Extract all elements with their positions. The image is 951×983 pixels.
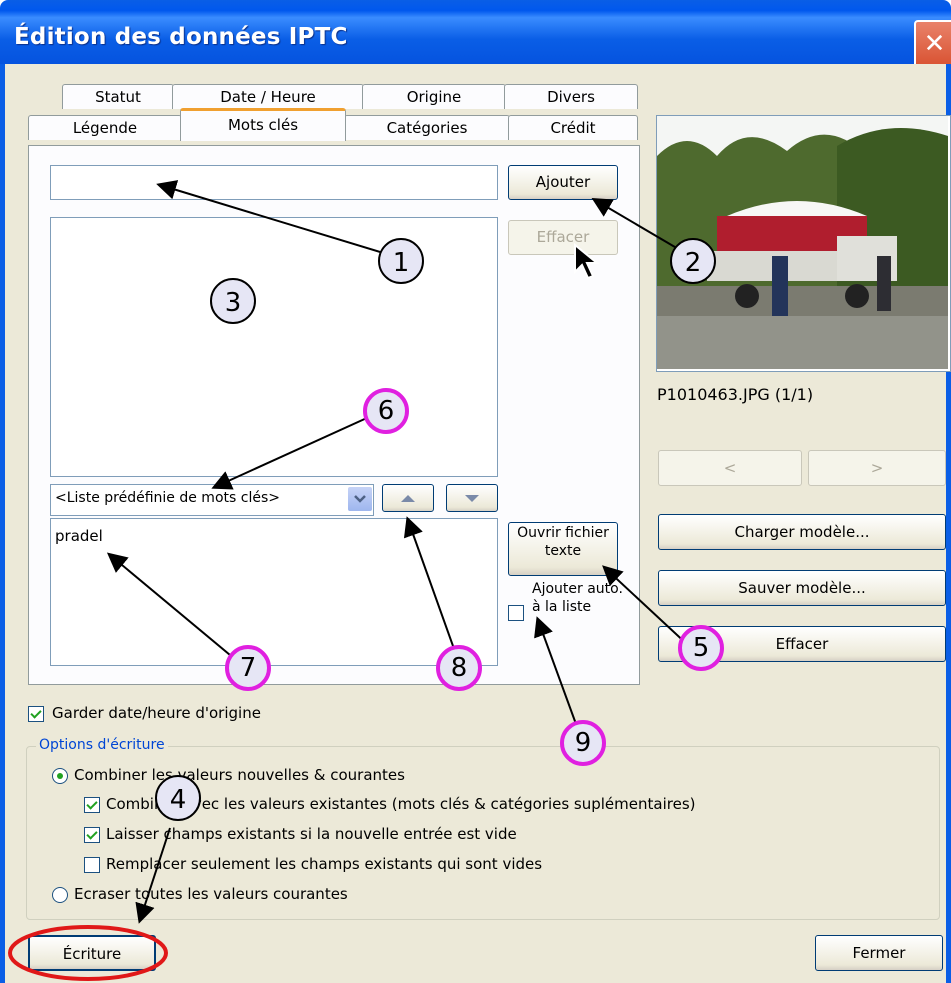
callout-8: 8 [436,645,482,691]
file-name-label: P1010463.JPG (1/1) [657,385,814,404]
tab-origine[interactable]: Origine [362,84,506,109]
keep-if-empty-checkbox[interactable] [84,827,100,843]
tab-credit[interactable]: Crédit [508,115,638,140]
callout-9: 9 [560,720,606,766]
replace-empty-only-checkbox[interactable] [84,857,100,873]
save-template-button[interactable]: Sauver modèle... [658,570,946,606]
callout-4: 4 [155,775,201,821]
callout-6: 6 [363,388,409,434]
auto-add-checkbox[interactable] [508,605,524,621]
dropdown-arrow-icon[interactable] [348,487,372,511]
write-options-title: Options d'écriture [36,737,168,753]
tab-categories[interactable]: Catégories [344,115,510,140]
previous-image-button[interactable]: < [658,450,802,486]
tab-divers[interactable]: Divers [504,84,638,109]
add-keyword-button[interactable]: Ajouter [508,165,618,200]
window-title: Édition des données IPTC [14,24,348,50]
arrow-down-icon [465,495,479,502]
open-text-file-button[interactable]: Ouvrir fichier texte [508,522,618,576]
move-up-button[interactable] [382,484,434,512]
clear-keyword-button[interactable]: Effacer [508,220,618,255]
move-down-button[interactable] [446,484,498,512]
overwrite-label: Ecraser toutes les valeurs courantes [74,885,348,903]
overwrite-radio[interactable] [52,887,68,903]
keyword-input[interactable] [50,165,498,200]
callout-1: 1 [378,238,424,284]
predefined-keywords-select[interactable]: <Liste prédéfinie de mots clés> [50,484,374,516]
tab-date-heure[interactable]: Date / Heure [172,84,364,109]
predefined-keywords-text[interactable]: pradel [50,518,498,666]
combine-existing-checkbox[interactable] [84,797,100,813]
tab-legende[interactable]: Légende [28,115,182,140]
close-window-button[interactable]: ✕ [914,20,951,70]
close-button[interactable]: Fermer [815,935,943,971]
write-button[interactable]: Écriture [28,935,156,971]
callout-2: 2 [670,238,716,284]
tab-statut[interactable]: Statut [62,84,174,109]
keyword-list[interactable] [50,217,498,477]
arrow-up-icon [401,495,415,502]
keep-date-label: Garder date/heure d'origine [52,704,261,722]
callout-3: 3 [210,278,256,324]
predefined-select-value: <Liste prédéfinie de mots clés> [55,490,280,506]
tab-mots-cles[interactable]: Mots clés [180,108,346,141]
next-image-button[interactable]: > [808,450,946,486]
auto-add-label: Ajouter auto. à la liste [532,581,623,615]
predefined-keyword-item[interactable]: pradel [55,527,103,545]
combine-radio[interactable] [52,768,68,784]
callout-7: 7 [225,645,271,691]
load-template-button[interactable]: Charger modèle... [658,514,946,550]
keep-date-checkbox[interactable] [28,706,44,722]
combine-label: Combiner les valeurs nouvelles & courant… [74,766,405,784]
callout-5: 5 [678,625,724,671]
keep-if-empty-label: Laisser champs existants si la nouvelle … [106,825,517,843]
replace-empty-only-label: Remplacer seulement les champs existants… [106,855,543,873]
window-border-left [0,64,5,983]
